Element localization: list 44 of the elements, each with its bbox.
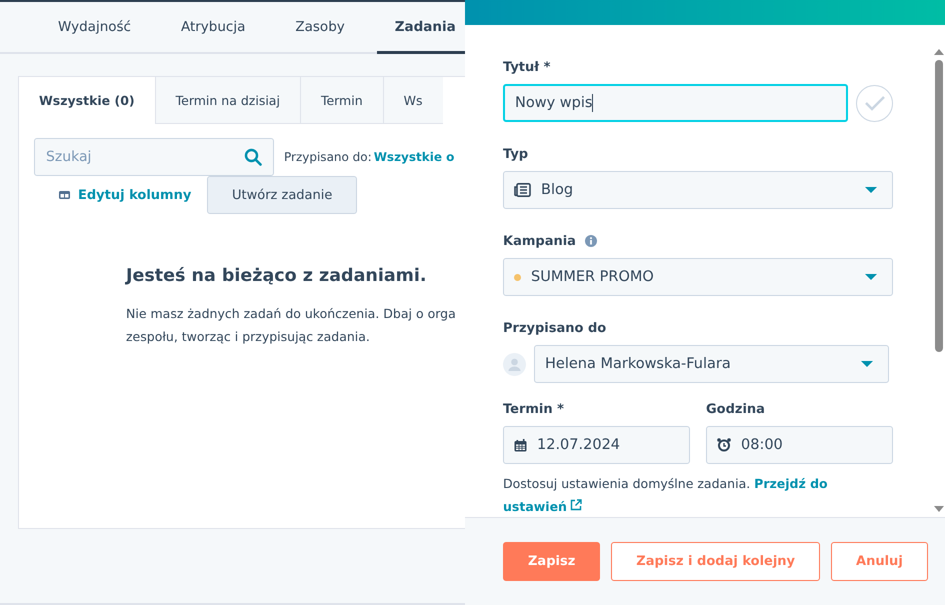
assigned-filter-label: Przypisano do:	[284, 150, 372, 164]
edit-columns-link[interactable]: Edytuj kolumny	[59, 188, 207, 202]
settings-link[interactable]: Przejdź do	[754, 476, 828, 491]
calendar-icon	[514, 438, 527, 452]
columns-icon	[59, 191, 70, 199]
date-input[interactable]: 12.07.2024	[503, 426, 690, 464]
assigned-filter-link[interactable]: Wszystkie o	[374, 150, 454, 164]
field-label: Tytuł *	[503, 59, 552, 75]
task-tab[interactable]: Termin na dzisiaj	[154, 77, 300, 124]
checkmark-icon	[864, 95, 886, 111]
nav-tab[interactable]: Atrybucja	[162, 2, 264, 54]
nav-tab[interactable]: Zasoby	[277, 2, 363, 54]
external-link-icon	[570, 499, 582, 511]
empty-state-text: Nie masz żadnych zadań do ukończenia. Dbaj o orga	[126, 305, 457, 323]
dropdown-caret-icon	[865, 187, 877, 193]
field-label: Przypisano do	[503, 320, 608, 336]
field-label: Kampania	[503, 234, 576, 248]
scroll-down-arrow-icon[interactable]	[934, 506, 944, 512]
empty-state-text: zespołu, tworząc i przypisując zadania.	[126, 328, 371, 346]
campaign-dropdown[interactable]: SUMMER PROMO	[503, 258, 893, 296]
scrollbar-thumb[interactable]	[935, 60, 943, 352]
title-input[interactable]: Nowy wpis	[503, 84, 848, 122]
alarm-clock-icon	[717, 438, 731, 452]
assignee-dropdown[interactable]: Helena Markowska-Fulara	[534, 345, 889, 383]
task-tab[interactable]: Termin	[300, 77, 383, 124]
time-input[interactable]: 08:00	[706, 426, 893, 464]
dropdown-caret-icon	[861, 361, 873, 367]
avatar-icon	[503, 352, 526, 376]
search-field[interactable]: Szukaj	[34, 138, 274, 176]
newspaper-icon	[514, 183, 531, 197]
field-label: Godzina	[706, 401, 766, 417]
task-tab[interactable]: Ws	[382, 77, 443, 124]
create-task-button[interactable]: Utwórz zadanie	[207, 176, 358, 214]
settings-link[interactable]: ustawień	[503, 495, 567, 518]
type-dropdown[interactable]: Blog	[503, 171, 893, 209]
dropdown-caret-icon	[865, 274, 877, 280]
scroll-up-arrow-icon[interactable]	[934, 49, 944, 55]
settings-hint: Dostosuj ustawienia domyślne zadania. Przejdź do ustawień	[503, 472, 853, 518]
search-icon	[244, 148, 262, 166]
field-label: Typ	[503, 146, 530, 162]
empty-state-title: Jesteś na bieżąco z zadaniami.	[126, 266, 428, 286]
info-icon	[584, 235, 597, 247]
field-label: Termin *	[503, 401, 565, 417]
nav-tab[interactable]: Wydajność	[40, 2, 149, 54]
